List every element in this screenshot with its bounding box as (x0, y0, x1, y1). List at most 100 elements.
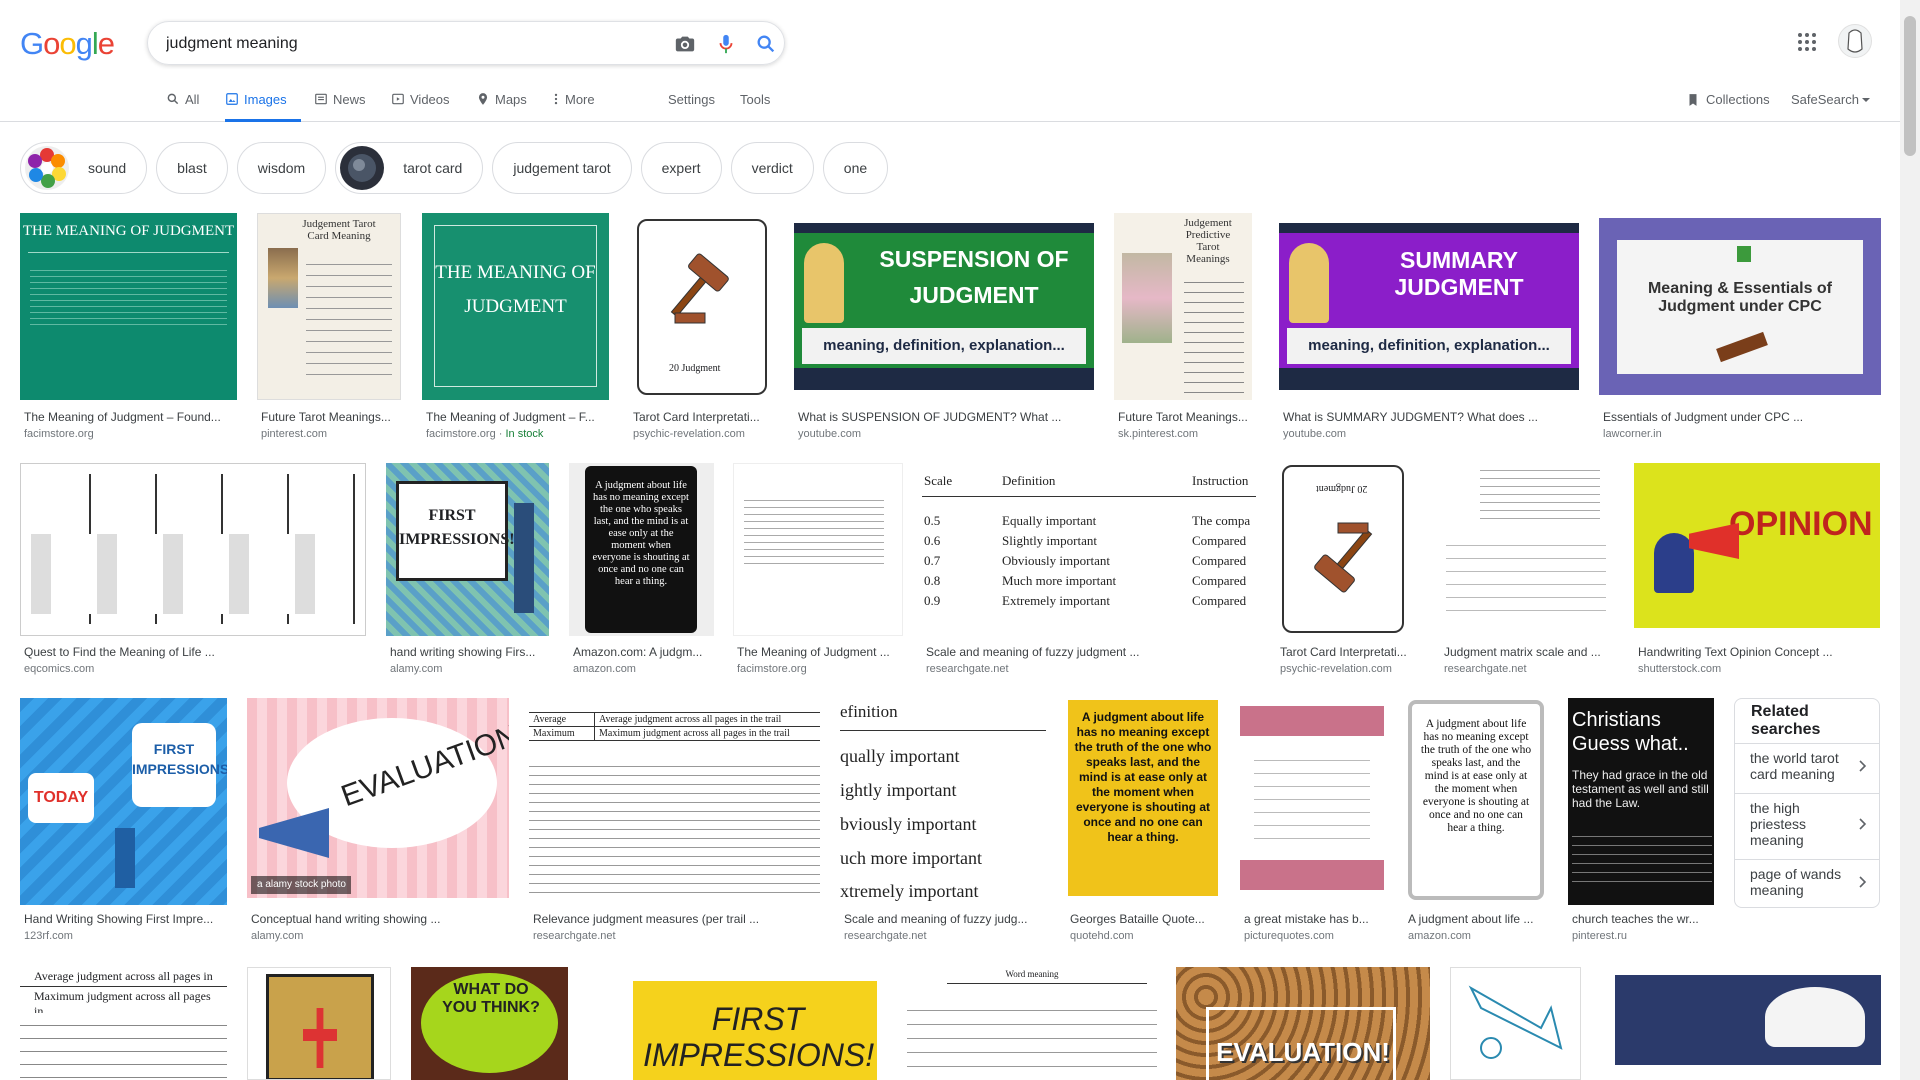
image-result[interactable]: a great mistake has b... picturequotes.c… (1240, 698, 1384, 948)
result-source: youtube.com (798, 428, 861, 440)
apps-grid-icon[interactable] (1797, 32, 1817, 52)
image-result[interactable]: WHAT DO YOU THINK? (411, 967, 568, 1080)
logo-letter: e (97, 26, 115, 61)
image-result[interactable]: OPINION Handwriting Text Opinion Concept… (1634, 463, 1880, 683)
image-result[interactable] (247, 967, 391, 1080)
refinement-chips: sound blast wisdom tarot card judgement … (20, 142, 889, 194)
image-result[interactable]: Word meaning (907, 967, 1157, 1080)
related-search-item[interactable]: the world tarot card meaning (1735, 743, 1879, 788)
image-result[interactable]: 20 Judgment Tarot Card Interpretati... p… (1276, 463, 1412, 683)
chip-label: verdict (751, 160, 793, 176)
chip-expert[interactable]: expert (640, 142, 722, 194)
result-thumbnail (1450, 967, 1581, 1080)
tab-videos[interactable]: Videos (391, 84, 450, 122)
image-result[interactable]: FIRST IMPRESSIONS! (623, 967, 887, 1080)
safesearch-dropdown[interactable]: SafeSearch (1791, 92, 1871, 107)
image-result[interactable]: Christians Guess what.. They had grace i… (1568, 698, 1714, 948)
account-avatar[interactable] (1838, 24, 1872, 58)
camera-icon[interactable] (674, 33, 696, 55)
google-logo[interactable]: Google (20, 26, 115, 62)
bookmark-icon (1689, 93, 1697, 106)
search-box (147, 21, 785, 65)
chip-label: blast (177, 160, 207, 176)
result-title: Scale and meaning of fuzzy judgment ... (926, 645, 1140, 659)
image-result[interactable]: 20 Judgment Tarot Card Interpretati... p… (629, 213, 775, 443)
thumbnail-text: xtremely important (840, 881, 979, 901)
image-result[interactable]: EVALUATION! (1176, 967, 1430, 1080)
result-thumbnail (733, 463, 903, 636)
chip-tarot-card[interactable]: tarot card (335, 142, 484, 194)
image-result[interactable]: THE MEANING OF JUDGMENT The Meaning of J… (20, 213, 240, 443)
table-cell: Extremely important (1002, 593, 1110, 608)
result-title: Handwriting Text Opinion Concept ... (1638, 645, 1833, 659)
result-title: Future Tarot Meanings... (1118, 410, 1248, 424)
chip-one[interactable]: one (822, 142, 889, 194)
result-thumbnail: Word meaning (907, 967, 1157, 1080)
thumbnail-text: Meaning & Essentials of Judgment under C… (1647, 280, 1833, 315)
table-cell: 0.8 (924, 573, 941, 588)
chip-sound[interactable]: sound (20, 142, 148, 194)
result-title: The Meaning of Judgment – F... (426, 410, 595, 424)
result-thumbnail: Average judgment across all pages in Max… (20, 967, 227, 1080)
image-result[interactable]: FIRST IMPRESSIONS! TODAY Hand Writing Sh… (20, 698, 227, 948)
chip-verdict[interactable]: verdict (730, 142, 814, 194)
image-result[interactable]: SUSPENSION OF JUDGMENT meaning, definiti… (794, 213, 1094, 443)
image-result[interactable] (1450, 967, 1581, 1080)
tab-label: All (185, 92, 200, 107)
result-thumbnail: A judgment about life has no meaning exc… (1066, 698, 1220, 898)
image-result[interactable]: FIRST IMPRESSIONS! hand writing showing … (386, 463, 549, 683)
search-icon[interactable] (755, 33, 777, 55)
news-icon (315, 93, 327, 105)
result-title: Tarot Card Interpretati... (633, 410, 760, 424)
image-result[interactable]: The Meaning of Judgment ... facimstore.o… (733, 463, 903, 683)
collections-link[interactable]: Collections (1686, 92, 1770, 107)
table-cell: The compa (1192, 513, 1251, 528)
image-result[interactable]: A judgment about life has no meaning exc… (1404, 698, 1548, 948)
page-scrollbar[interactable] (1900, 0, 1920, 1080)
chip-wisdom[interactable]: wisdom (236, 142, 327, 194)
image-result[interactable]: Average judgment across all pages in Max… (20, 967, 227, 1080)
chip-judgement-tarot[interactable]: judgement tarot (492, 142, 632, 194)
image-result[interactable]: SUMMARY JUDGMENT meaning, definition, ex… (1279, 213, 1579, 443)
image-result[interactable]: Average Average judgment across all pages… (529, 698, 820, 948)
table-cell: 0.5 (924, 513, 941, 528)
tab-all[interactable]: All (166, 84, 199, 122)
image-result[interactable]: Scale Definition Instruction 0.5 Equally … (922, 463, 1256, 683)
image-result[interactable]: A judgment about life has no meaning exc… (569, 463, 714, 683)
table-cell: Average (529, 713, 595, 726)
table-cell: Average judgment across all pages in the… (599, 714, 782, 725)
tab-more[interactable]: More (552, 84, 595, 122)
related-search-item[interactable]: the high priestess meaning (1735, 793, 1879, 854)
chip-label: tarot card (403, 160, 463, 176)
tab-images[interactable]: Images (225, 84, 301, 122)
tools-link[interactable]: Tools (740, 92, 770, 107)
table-cell: Compared (1192, 593, 1247, 608)
image-result[interactable]: Judgement Tarot Card Meaning Future Taro… (257, 213, 402, 443)
result-source: pinterest.com (261, 428, 328, 440)
image-result[interactable]: Judgment matrix scale and ... researchga… (1440, 463, 1614, 683)
scrollbar-thumb[interactable] (1904, 16, 1916, 156)
user-icon (1847, 29, 1863, 53)
result-source: psychic-revelation.com (1280, 663, 1392, 675)
related-search-item[interactable]: page of wands meaning (1735, 859, 1879, 904)
microphone-icon[interactable] (715, 33, 737, 55)
image-result[interactable]: efinition qually important ightly import… (840, 698, 1046, 948)
result-source: youtube.com (1283, 428, 1346, 440)
image-result[interactable]: THE MEANING OF JUDGMENT The Meaning of J… (422, 213, 612, 443)
image-result[interactable] (1615, 967, 1881, 1080)
thumbnail-subtext: TODAY (28, 773, 94, 823)
thumbnail-text: THE MEANING OF JUDGMENT (434, 225, 597, 387)
search-input[interactable] (166, 32, 626, 56)
image-result[interactable]: A judgment about life has no meaning exc… (1066, 698, 1220, 948)
image-result[interactable]: Judgement Predictive Tarot Meanings Futu… (1114, 213, 1254, 443)
chip-blast[interactable]: blast (156, 142, 228, 194)
table-cell: 0.9 (924, 593, 941, 608)
image-result[interactable]: Quest to Find the Meaning of Life ... eq… (20, 463, 366, 683)
settings-link[interactable]: Settings (668, 92, 715, 107)
tab-label: Maps (495, 92, 527, 107)
image-result[interactable]: Meaning & Essentials of Judgment under C… (1599, 213, 1881, 443)
tab-maps[interactable]: Maps (476, 84, 527, 122)
image-result[interactable]: EVALUATION! a alamy stock photo Conceptu… (247, 698, 509, 948)
tab-news[interactable]: News (314, 84, 366, 122)
result-title: Tarot Card Interpretati... (1280, 645, 1407, 659)
